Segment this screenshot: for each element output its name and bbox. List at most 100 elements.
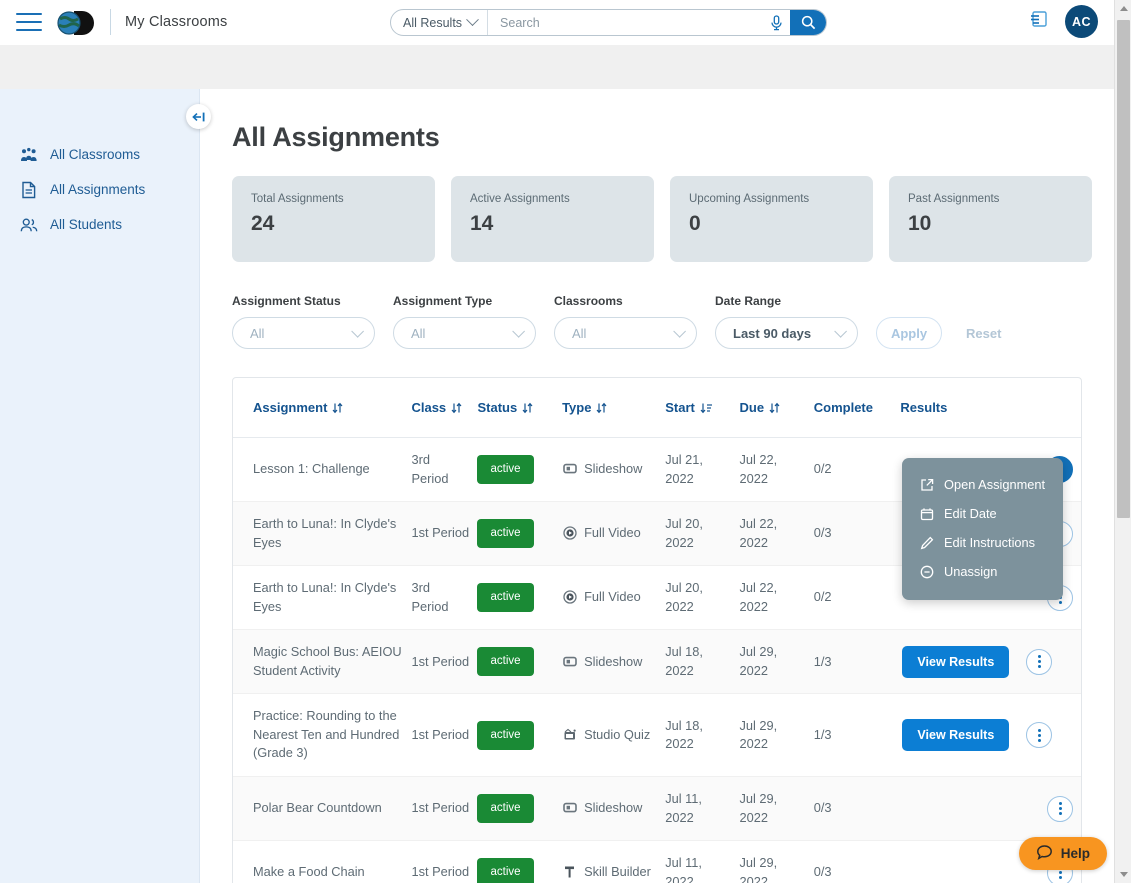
sidebar-collapse-button[interactable] xyxy=(186,104,211,129)
sort-icon xyxy=(596,402,607,414)
type-label: Slideshow xyxy=(584,799,642,818)
menu-item-unassign[interactable]: Unassign xyxy=(902,557,1063,586)
cell-class: 1st Period xyxy=(411,777,477,841)
cell-class: 1st Period xyxy=(411,694,477,777)
sort-descending-icon xyxy=(700,402,713,414)
cell-due: Jul 22, 2022 xyxy=(739,502,813,566)
sidebar-item-label: All Assignments xyxy=(50,182,145,197)
help-label: Help xyxy=(1061,846,1090,861)
classrooms-select[interactable]: All xyxy=(554,317,697,349)
cell-assignment: Magic School Bus: AEIOU Student Activity xyxy=(233,630,411,694)
cell-start: Jul 20, 2022 xyxy=(665,566,739,630)
help-button[interactable]: Help xyxy=(1019,837,1107,870)
filter-label: Assignment Type xyxy=(393,294,536,308)
slideshow-icon xyxy=(562,461,577,476)
status-badge: active xyxy=(477,647,533,676)
scroll-up-button[interactable] xyxy=(1115,0,1131,17)
microphone-icon[interactable] xyxy=(762,15,790,31)
menu-item-open-assignment[interactable]: Open Assignment xyxy=(902,470,1063,499)
type-label: Full Video xyxy=(584,524,641,543)
assignment-type-select[interactable]: All xyxy=(393,317,536,349)
notes-icon[interactable] xyxy=(1029,9,1049,34)
sidebar-item-all-assignments[interactable]: All Assignments xyxy=(0,172,199,207)
row-actions-button[interactable] xyxy=(1026,649,1052,675)
stat-card-total-assignments: Total Assignments 24 xyxy=(232,176,435,262)
row-actions-button[interactable] xyxy=(1026,722,1052,748)
sidebar: All Classrooms All Assignments xyxy=(0,89,200,883)
column-header-status[interactable]: Status xyxy=(477,378,562,438)
column-header-type[interactable]: Type xyxy=(562,378,665,438)
row-actions-button[interactable] xyxy=(1047,796,1073,822)
table-row[interactable]: Practice: Rounding to the Nearest Ten an… xyxy=(233,694,1081,777)
cell-assignment: Make a Food Chain xyxy=(233,841,411,883)
column-header-complete: Complete xyxy=(814,378,901,438)
cell-complete: 0/2 xyxy=(814,566,901,630)
column-header-assignment[interactable]: Assignment xyxy=(233,378,411,438)
cell-type: Full Video xyxy=(562,566,665,630)
date-range-select[interactable]: Last 90 days xyxy=(715,317,858,349)
cell-due: Jul 29, 2022 xyxy=(739,694,813,777)
cell-start: Jul 18, 2022 xyxy=(665,630,739,694)
sidebar-item-all-classrooms[interactable]: All Classrooms xyxy=(0,137,199,172)
column-label: Start xyxy=(665,400,695,415)
top-bar-icons: AC xyxy=(1029,5,1098,38)
brand-title: My Classrooms xyxy=(125,14,228,30)
assignment-status-select[interactable]: All xyxy=(232,317,375,349)
cell-start: Jul 20, 2022 xyxy=(665,502,739,566)
menu-item-label: Open Assignment xyxy=(944,477,1045,492)
column-header-start[interactable]: Start xyxy=(665,378,739,438)
stat-value: 0 xyxy=(689,212,873,236)
cell-class: 3rd Period xyxy=(411,438,477,502)
column-header-results: Results xyxy=(900,378,1081,438)
menu-item-edit-date[interactable]: Edit Date xyxy=(902,499,1063,528)
scrollbar-thumb[interactable] xyxy=(1117,20,1130,518)
view-results-button[interactable]: View Results xyxy=(902,719,1009,751)
scroll-down-button[interactable] xyxy=(1115,866,1131,883)
filter-date-range: Date Range Last 90 days xyxy=(715,294,858,349)
column-header-due[interactable]: Due xyxy=(739,378,813,438)
column-label: Status xyxy=(477,400,517,415)
cell-start: Jul 18, 2022 xyxy=(665,694,739,777)
search-scope-dropdown[interactable]: All Results xyxy=(391,10,488,35)
minus-circle-icon xyxy=(919,564,934,579)
cell-results: View Results xyxy=(900,694,1081,777)
sidebar-nav: All Classrooms All Assignments xyxy=(0,89,199,242)
cell-due: Jul 29, 2022 xyxy=(739,777,813,841)
stat-value: 10 xyxy=(908,212,1092,236)
column-header-class[interactable]: Class xyxy=(411,378,477,438)
discovery-education-logo-icon[interactable] xyxy=(54,8,100,36)
top-bar: My Classrooms All Results xyxy=(0,0,1114,45)
reset-button[interactable]: Reset xyxy=(966,317,1001,349)
sidebar-item-all-students[interactable]: All Students xyxy=(0,207,199,242)
stat-label: Active Assignments xyxy=(470,193,654,205)
avatar[interactable]: AC xyxy=(1065,5,1098,38)
apply-button[interactable]: Apply xyxy=(876,317,942,349)
search-input[interactable] xyxy=(488,10,762,35)
table-row[interactable]: Polar Bear Countdown 1st Period active S… xyxy=(233,777,1081,841)
search-bar[interactable]: All Results xyxy=(390,9,827,36)
main-content: All Assignments Total Assignments 24 Act… xyxy=(200,89,1114,883)
table-row[interactable]: Magic School Bus: AEIOU Student Activity… xyxy=(233,630,1081,694)
cell-class: 1st Period xyxy=(411,502,477,566)
cell-start: Jul 11, 2022 xyxy=(665,841,739,883)
sidebar-item-label: All Classrooms xyxy=(50,147,140,162)
cell-type: Slideshow xyxy=(562,630,665,694)
menu-item-label: Edit Date xyxy=(944,506,997,521)
sub-header-strip xyxy=(0,45,1114,89)
cell-complete: 1/3 xyxy=(814,694,901,777)
cell-type: Skill Builder xyxy=(562,841,665,883)
cell-results: View Results xyxy=(900,630,1081,694)
page-scrollbar[interactable] xyxy=(1114,0,1131,883)
select-value: All xyxy=(572,326,586,341)
skill-builder-icon xyxy=(562,864,577,879)
menu-item-edit-instructions[interactable]: Edit Instructions xyxy=(902,528,1063,557)
column-label: Type xyxy=(562,400,591,415)
view-results-button[interactable]: View Results xyxy=(902,646,1009,678)
stat-label: Past Assignments xyxy=(908,193,1092,205)
hamburger-menu-icon[interactable] xyxy=(16,13,42,31)
chevron-down-icon xyxy=(834,325,847,338)
table-row[interactable]: Make a Food Chain 1st Period active Skil… xyxy=(233,841,1081,883)
search-button[interactable] xyxy=(790,9,826,36)
select-value: All xyxy=(411,326,425,341)
studio-quiz-icon xyxy=(562,727,577,742)
